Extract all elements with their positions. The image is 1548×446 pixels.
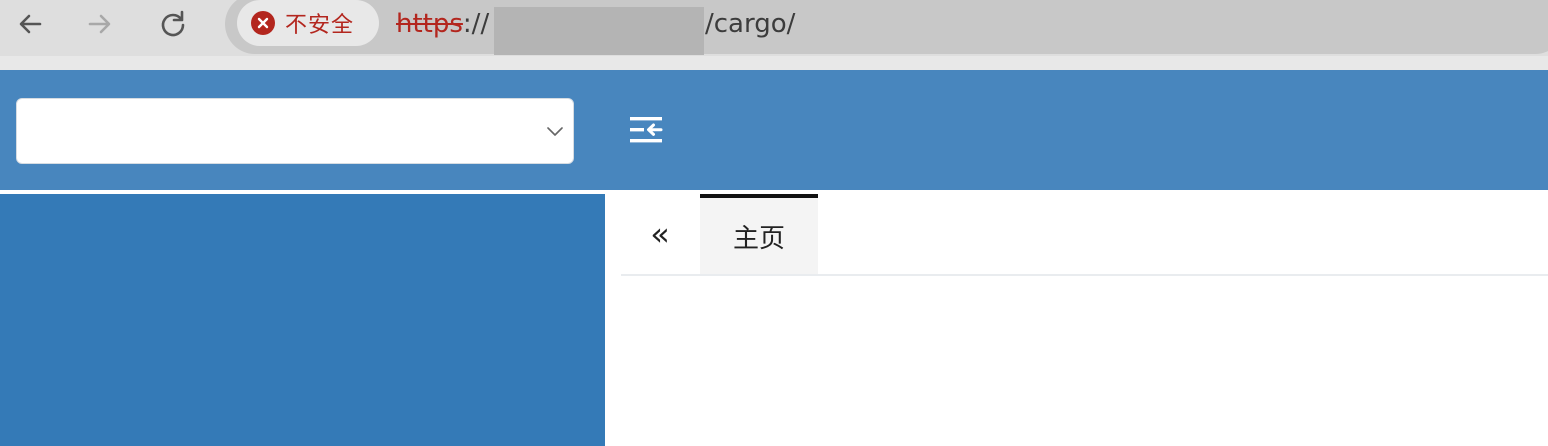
tab-scroll-left-button[interactable]: « <box>621 194 699 274</box>
menu-toggle-button[interactable] <box>624 110 668 150</box>
arrow-right-icon <box>88 14 111 34</box>
forward-button[interactable] <box>82 6 118 42</box>
url-redaction <box>494 7 704 55</box>
tab-label: 主页 <box>732 223 785 254</box>
warning-circle-icon <box>251 11 275 35</box>
url-scheme: https <box>396 9 463 39</box>
back-button[interactable] <box>12 6 48 42</box>
url-path: /cargo/ <box>705 9 796 39</box>
chevron-down-icon <box>547 127 563 136</box>
content-area <box>621 276 1548 446</box>
reload-icon <box>161 10 185 37</box>
browser-toolbar-bottom <box>0 56 1548 70</box>
header-select[interactable] <box>16 98 574 164</box>
security-label: 不安全 <box>285 13 355 38</box>
tab-bar: « 主页 <box>621 194 1548 276</box>
tab-home[interactable]: 主页 <box>700 194 818 274</box>
url-text[interactable]: https:// <box>396 6 489 42</box>
security-indicator[interactable]: 不安全 <box>237 0 379 46</box>
arrow-left-icon <box>19 14 42 34</box>
url-separator: :// <box>462 9 490 39</box>
sidebar <box>0 194 605 446</box>
app-header <box>0 70 1548 190</box>
menu-collapse-icon <box>630 117 663 143</box>
reload-button[interactable] <box>155 6 191 42</box>
